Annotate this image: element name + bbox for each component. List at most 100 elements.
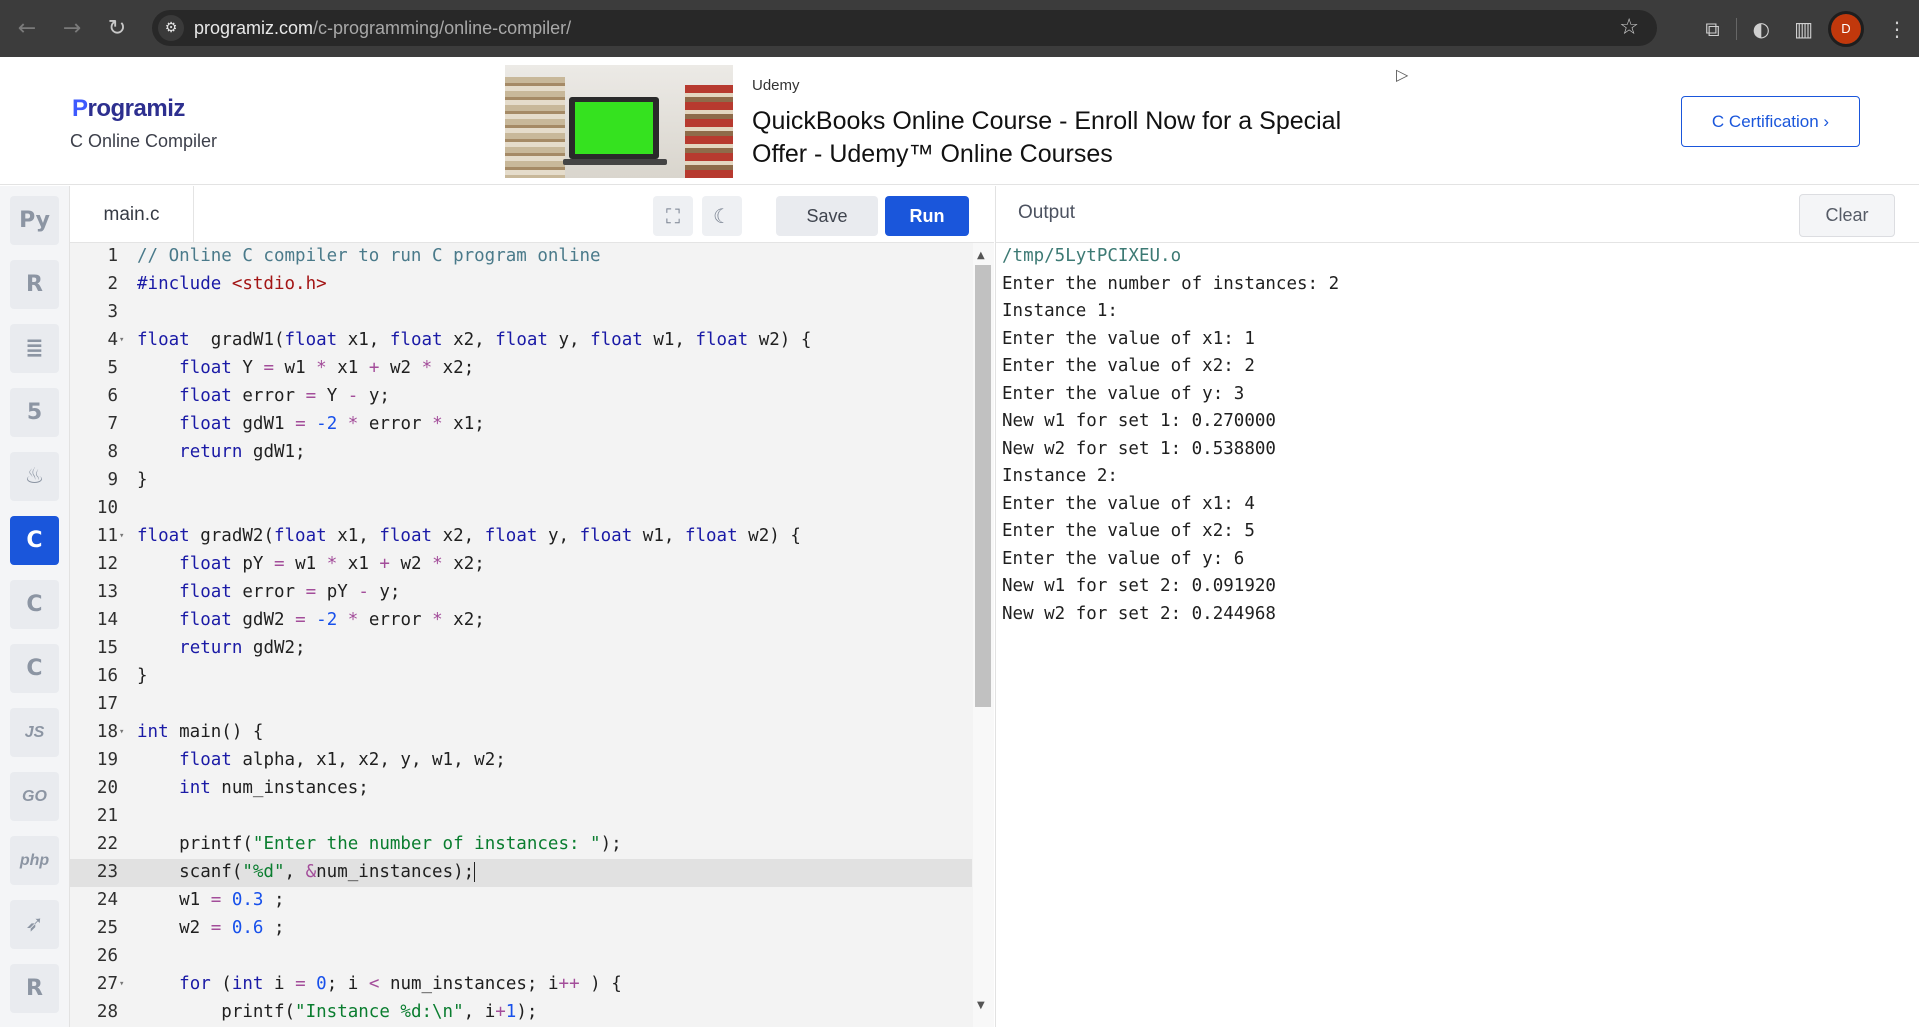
output-line: Instance 2: — [1002, 466, 1118, 486]
code-text: int main() { — [137, 722, 264, 742]
url-text[interactable]: programiz.com/c-programming/online-compi… — [194, 18, 571, 39]
code-line[interactable]: 9} — [70, 467, 972, 495]
code-line[interactable]: 13 float error = pY - y; — [70, 579, 972, 607]
code-line[interactable]: 28 printf("Instance %d:\n", i+1); — [70, 999, 972, 1027]
php-icon[interactable]: php — [10, 836, 59, 885]
html-icon[interactable]: 5 — [10, 388, 59, 437]
page-header: Programiz C Online Compiler Udemy QuickB… — [0, 57, 1919, 185]
code-line[interactable]: 25 w2 = 0.6 ; — [70, 915, 972, 943]
forward-arrow-icon[interactable]: → — [57, 13, 87, 43]
code-text: return gdW2; — [179, 638, 306, 658]
line-number: 18 — [96, 722, 118, 742]
code-line[interactable]: 4 ▾ float gradW1(float x1, float x2, float… — [70, 327, 972, 355]
page-subtitle: C Online Compiler — [70, 131, 218, 151]
code-line[interactable]: 26 — [70, 943, 972, 971]
c-icon[interactable]: C — [10, 516, 59, 565]
line-number: 25 — [96, 918, 118, 938]
extensions-puzzle-icon[interactable]: ⧉ — [1705, 17, 1719, 41]
fold-arrow-icon[interactable]: ▾ — [119, 719, 124, 747]
reload-icon[interactable]: ↻ — [102, 13, 132, 43]
code-line[interactable]: 12 float pY = w1 * x1 + w2 * x2; — [70, 551, 972, 579]
editor-toolbar: main.c ⛶ ☾ Save Run — [70, 186, 994, 243]
code-line[interactable]: 27 ▾ for (int i = 0; i < num_instances; i… — [70, 971, 972, 999]
fold-arrow-icon[interactable]: ▾ — [119, 971, 124, 999]
ad-image[interactable] — [505, 65, 733, 178]
line-number: 5 — [107, 358, 118, 378]
code-line[interactable]: 1 // Online C compiler to run C program o… — [70, 243, 972, 271]
editor-scrollbar-thumb[interactable] — [975, 265, 991, 707]
line-number: 14 — [96, 610, 118, 630]
code-line[interactable]: 14 float gdW2 = -2 * error * x2; — [70, 607, 972, 635]
code-line[interactable]: 16} — [70, 663, 972, 691]
output-console[interactable]: /tmp/5LytPCIXEU.o Enter the number of ins… — [995, 243, 1919, 1027]
save-button[interactable]: Save — [776, 196, 878, 236]
code-text: scanf("%d", &num_instances); — [137, 862, 476, 882]
output-line: Enter the value of y: 3 — [1002, 383, 1245, 404]
c-certification-button[interactable]: C Certification › — [1681, 96, 1860, 147]
line-number: 8 — [107, 442, 118, 462]
code-editor[interactable]: 1 // Online C compiler to run C program o… — [70, 243, 994, 1027]
code-line[interactable]: 24 w1 = 0.3 ; — [70, 887, 972, 915]
code-line[interactable]: 5 float Y = w1 * x1 + w2 * x2; — [70, 355, 972, 383]
side-panel-icon[interactable]: ▥ — [1794, 17, 1813, 41]
line-number: 23 — [96, 862, 118, 882]
swift-icon[interactable]: ➶ — [10, 900, 59, 949]
cpp-icon[interactable]: C — [10, 580, 59, 629]
line-number: 16 — [96, 666, 118, 686]
line-number: 20 — [96, 778, 118, 798]
ad-books-left — [505, 77, 565, 178]
csharp-icon[interactable]: C — [10, 644, 59, 693]
code-line[interactable]: 10 — [70, 495, 972, 523]
fullscreen-icon[interactable]: ⛶ — [653, 196, 693, 236]
back-arrow-icon[interactable]: ← — [12, 13, 42, 43]
code-line[interactable]: 20 int num_instances; — [70, 775, 972, 803]
code-text: w1 = 0.3 ; — [137, 890, 285, 910]
sql-icon[interactable]: ≣ — [10, 324, 59, 373]
javascript-icon[interactable]: JS — [10, 708, 59, 757]
ad-source[interactable]: Udemy — [752, 77, 800, 94]
r-icon[interactable]: R — [10, 260, 59, 309]
code-line[interactable]: 7 float gdW1 = -2 * error * x1; — [70, 411, 972, 439]
dark-mode-moon-icon[interactable]: ☾ — [702, 196, 742, 236]
code-line[interactable]: 19 float alpha, x1, x2, y, w1, w2; — [70, 747, 972, 775]
fold-arrow-icon[interactable]: ▾ — [119, 327, 124, 355]
menu-kebab-icon[interactable]: ⋮ — [1887, 17, 1907, 41]
file-tab-main[interactable]: main.c — [70, 186, 194, 243]
site-info-icon[interactable]: ⚙ — [158, 15, 184, 41]
ad-choices-icon[interactable]: ▷ — [1396, 65, 1408, 84]
code-line[interactable]: 2 #include <stdio.h> — [70, 271, 972, 299]
code-text: } — [137, 666, 148, 686]
code-line[interactable]: 8 return gdW1; — [70, 439, 972, 467]
address-bar[interactable]: ⚙ programiz.com/c-programming/online-com… — [152, 10, 1657, 46]
scroll-down-arrow-icon[interactable]: ▼ — [977, 1000, 985, 1011]
line-number: 24 — [96, 890, 118, 910]
go-icon[interactable]: GO — [10, 772, 59, 821]
rust-icon[interactable]: R — [10, 964, 59, 1013]
code-line[interactable]: 18 ▾ int main() { — [70, 719, 972, 747]
code-line[interactable]: 21 — [70, 803, 972, 831]
code-text: printf("Enter the number of instances: "… — [137, 834, 622, 854]
ad-books-right — [685, 85, 733, 178]
logo-text: rogramiz — [87, 95, 186, 122]
code-line[interactable]: 15 return gdW2; — [70, 635, 972, 663]
profile-avatar[interactable]: D — [1828, 10, 1864, 47]
code-line[interactable]: 22 printf("Enter the number of instances… — [70, 831, 972, 859]
code-line[interactable]: 6 float error = Y - y; — [70, 383, 972, 411]
clear-button[interactable]: Clear — [1799, 194, 1895, 237]
code-line[interactable]: 23 scanf("%d", &num_instances); — [70, 859, 972, 887]
code-line[interactable]: 17 — [70, 691, 972, 719]
code-text: float pY = w1 * x1 + w2 * x2; — [179, 554, 485, 574]
performance-icon[interactable]: ◐ — [1753, 17, 1770, 41]
bookmark-star-icon[interactable]: ☆ — [1619, 15, 1639, 40]
python-icon[interactable]: Py — [10, 196, 59, 245]
line-number: 15 — [96, 638, 118, 658]
output-line: Enter the value of x1: 1 — [1002, 328, 1255, 349]
code-line[interactable]: 11 ▾ float gradW2(float x1, float x2, floa… — [70, 523, 972, 551]
code-line[interactable]: 3 — [70, 299, 972, 327]
run-button[interactable]: Run — [885, 196, 969, 236]
programiz-logo[interactable]: Programiz — [72, 95, 185, 123]
ad-title[interactable]: QuickBooks Online Course - Enroll Now fo… — [752, 105, 1372, 171]
fold-arrow-icon[interactable]: ▾ — [119, 523, 124, 551]
scroll-up-arrow-icon[interactable]: ▲ — [977, 250, 985, 261]
java-icon[interactable]: ♨ — [10, 452, 59, 501]
